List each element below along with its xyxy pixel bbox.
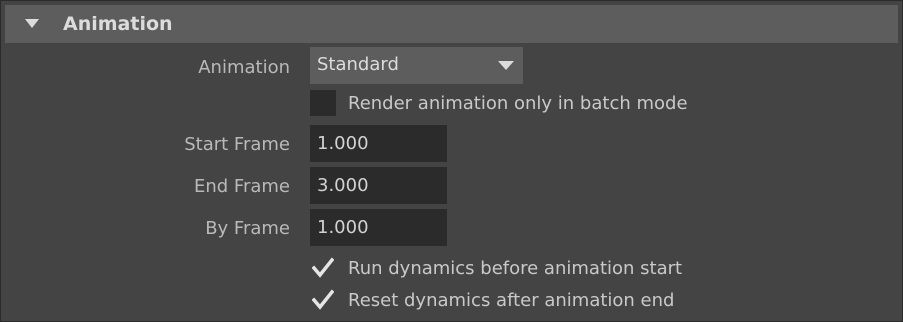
start-frame-field[interactable] xyxy=(310,125,447,162)
run-dynamics-label[interactable]: Run dynamics before animation start xyxy=(348,257,682,281)
checkmark-icon xyxy=(312,289,334,310)
render-batch-checkbox[interactable] xyxy=(310,90,336,116)
end-frame-field-box xyxy=(310,167,447,204)
collapse-arrow-icon[interactable] xyxy=(25,19,39,28)
reset-dynamics-label[interactable]: Reset dynamics after animation end xyxy=(348,289,674,313)
animation-panel: Animation Animation Standard Render anim… xyxy=(0,0,903,322)
by-frame-field[interactable] xyxy=(310,209,447,246)
section-header[interactable]: Animation xyxy=(5,5,898,43)
end-frame-field[interactable] xyxy=(310,167,447,204)
section-title: Animation xyxy=(63,13,173,35)
animation-dropdown[interactable]: Standard xyxy=(310,47,523,84)
chevron-down-icon[interactable] xyxy=(498,61,514,70)
render-batch-label[interactable]: Render animation only in batch mode xyxy=(348,92,688,116)
start-frame-label: Start Frame xyxy=(184,134,290,155)
end-frame-label: End Frame xyxy=(193,176,290,197)
start-frame-field-box xyxy=(310,125,447,162)
checkmark-icon xyxy=(312,257,334,278)
reset-dynamics-checkbox[interactable] xyxy=(310,288,336,314)
by-frame-field-box xyxy=(310,209,447,246)
by-frame-label: By Frame xyxy=(205,218,290,239)
animation-dropdown-value: Standard xyxy=(317,54,399,75)
run-dynamics-checkbox[interactable] xyxy=(310,256,336,282)
animation-label: Animation xyxy=(198,57,290,78)
